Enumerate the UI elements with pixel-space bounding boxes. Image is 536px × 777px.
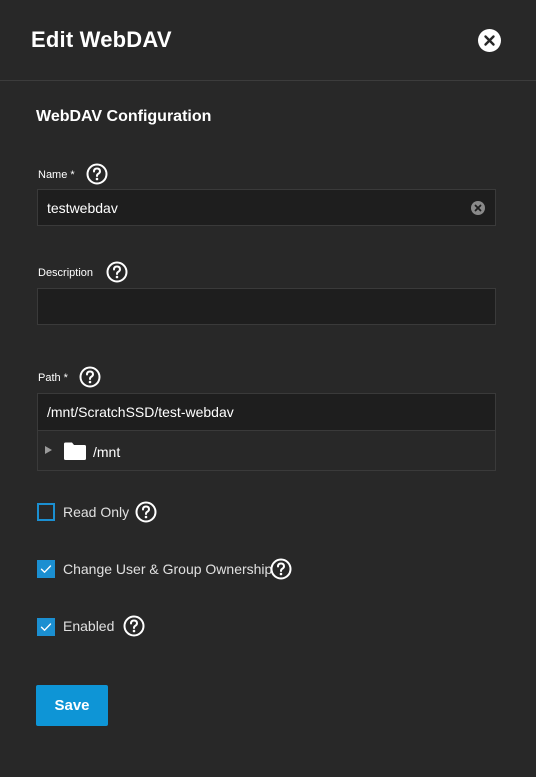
close-button[interactable] — [478, 29, 501, 52]
help-icon[interactable] — [123, 615, 145, 637]
help-icon[interactable] — [106, 261, 128, 283]
folder-icon — [64, 442, 86, 460]
close-icon — [484, 35, 495, 46]
save-button[interactable]: Save — [36, 685, 108, 726]
read-only-checkbox[interactable] — [37, 503, 55, 521]
triangle-right-icon[interactable] — [45, 446, 52, 454]
description-input[interactable] — [37, 288, 496, 325]
help-icon[interactable] — [79, 366, 101, 388]
path-input[interactable]: /mnt/ScratchSSD/test-webdav — [37, 393, 496, 431]
panel-header: Edit WebDAV — [0, 0, 536, 81]
section-title: WebDAV Configuration — [36, 108, 212, 125]
help-icon[interactable] — [270, 558, 292, 580]
change-ownership-label[interactable]: Change User & Group Ownership — [63, 561, 272, 577]
change-ownership-checkbox[interactable] — [37, 560, 55, 578]
tree-node-mnt[interactable]: /mnt — [93, 444, 120, 460]
help-icon[interactable] — [86, 163, 108, 185]
check-icon — [40, 565, 52, 573]
name-input[interactable]: testwebdav — [37, 189, 496, 226]
enabled-checkbox[interactable] — [37, 618, 55, 636]
path-input-value: /mnt/ScratchSSD/test-webdav — [47, 404, 234, 420]
path-explorer-tree: /mnt — [37, 431, 496, 471]
name-input-value: testwebdav — [47, 200, 118, 216]
read-only-label[interactable]: Read Only — [63, 504, 129, 520]
panel-title: Edit WebDAV — [31, 27, 172, 52]
path-label: Path * — [38, 372, 68, 384]
enabled-label[interactable]: Enabled — [63, 618, 114, 634]
check-icon — [40, 623, 52, 631]
edit-webdav-panel: Edit WebDAV WebDAV Configuration Name * … — [0, 0, 536, 777]
clear-icon[interactable] — [471, 201, 485, 215]
description-label: Description — [38, 267, 94, 279]
name-label: Name * — [38, 169, 75, 181]
help-icon[interactable] — [135, 501, 157, 523]
